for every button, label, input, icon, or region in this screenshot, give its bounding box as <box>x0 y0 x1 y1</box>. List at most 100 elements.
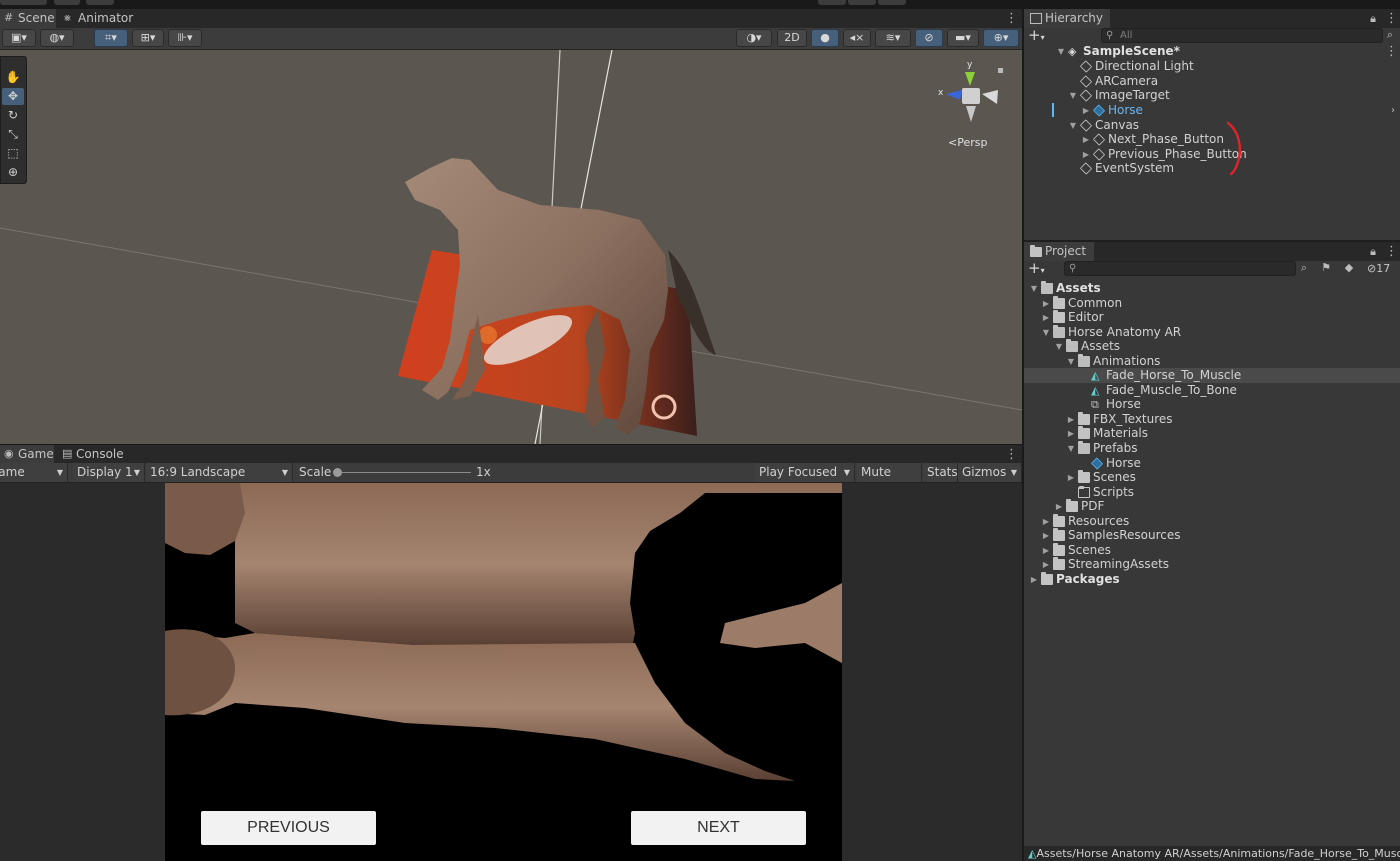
lock-icon[interactable]: 🔒︎ <box>1368 244 1378 259</box>
selection-marker <box>1052 103 1054 117</box>
add-object-button[interactable]: +▾ <box>1028 28 1045 45</box>
grid-snap-dropdown[interactable]: ⊞▾ <box>132 29 164 47</box>
scale-slider-handle[interactable] <box>333 468 342 477</box>
display-dropdown[interactable]: Display 1 ▼ <box>73 463 145 482</box>
tool-palette: ✋ ✥ ↻ ⤡ ⬚ ⊕ <box>0 56 27 184</box>
scale-slider-track[interactable] <box>337 472 471 473</box>
play-button[interactable] <box>818 0 846 5</box>
gizmo-z-axis <box>946 90 962 100</box>
search-by-label-icon[interactable]: ⚑ <box>1321 260 1331 275</box>
project-item-label: Materials <box>1093 426 1149 440</box>
scale-tool[interactable]: ⤡ <box>2 126 24 143</box>
toggle-2d-button[interactable]: 2D <box>777 29 807 47</box>
search-by-type-icon[interactable]: ⌕ <box>1299 260 1309 275</box>
animator-controller-icon: ⧉ <box>1091 398 1099 411</box>
hierarchy-search-input[interactable]: ⚲ All <box>1101 28 1383 43</box>
gameobject-icon <box>1079 162 1093 175</box>
folder-icon <box>1078 412 1090 425</box>
hand-tool[interactable]: ✋ <box>2 69 24 86</box>
tab-animator[interactable]: ⨳ Animator <box>60 9 138 28</box>
eye-slash-icon: ⊘ <box>924 31 934 44</box>
gizmos-label: Gizmos <box>962 465 1007 479</box>
tab-console[interactable]: ▤ Console <box>58 445 128 464</box>
status-path-text: Assets/Horse Anatomy AR/Assets/Animation… <box>1036 847 1400 860</box>
search-icon: ⚲ <box>1106 30 1114 41</box>
account-button[interactable] <box>0 0 47 5</box>
play-mode-dropdown[interactable]: Play Focused ▼ <box>755 463 855 482</box>
effects-dropdown[interactable]: ≋▾ <box>875 29 911 47</box>
scene-menu-icon[interactable]: ⋮ <box>1005 11 1018 26</box>
project-status-path: ◭Assets/Horse Anatomy AR/Assets/Animatio… <box>1024 846 1400 861</box>
collapse-arrow-icon: ▶ <box>1082 106 1090 115</box>
collapse-arrow-icon: ▶ <box>1067 415 1075 424</box>
project-item-label: SamplesResources <box>1068 528 1181 542</box>
folder-open-icon <box>1053 325 1065 338</box>
collapse-arrow-icon: ▶ <box>1042 560 1050 569</box>
audio-toggle[interactable]: ◂× <box>843 29 871 47</box>
create-asset-button[interactable]: +▾ <box>1028 261 1045 278</box>
lock-icon[interactable]: 🔒︎ <box>1368 11 1378 26</box>
increment-snap-dropdown[interactable]: ⊪▾ <box>168 29 202 47</box>
scene-options-icon[interactable]: ⋮ <box>1385 44 1398 59</box>
rotate-tool[interactable]: ↻ <box>2 107 24 124</box>
transform-tool[interactable]: ⊕ <box>2 164 24 181</box>
display-label: Display 1 <box>77 465 133 479</box>
game-view[interactable] <box>165 483 842 861</box>
animation-clip-icon: ◭ <box>1091 384 1100 397</box>
ruler-icon: ⊪▾ <box>177 31 193 44</box>
prefab-open-arrow-icon[interactable]: › <box>1388 103 1398 118</box>
project-search-input[interactable]: ⚲ <box>1064 261 1296 276</box>
rect-tool[interactable]: ⬚ <box>2 145 24 162</box>
game-menu-icon[interactable]: ⋮ <box>1005 447 1018 462</box>
camera-dropdown[interactable]: ▬▾ <box>947 29 979 47</box>
aspect-label: 16:9 Landscape <box>150 465 246 479</box>
hidden-packages-toggle[interactable]: ⊘17 <box>1367 261 1390 276</box>
step-button[interactable] <box>878 0 906 5</box>
hierarchy-menu-icon[interactable]: ⋮ <box>1385 11 1398 26</box>
tag-icon[interactable]: ◆ <box>1344 260 1354 275</box>
scene-viewport[interactable]: y x <Persp <box>0 50 1022 444</box>
hierarchy-item-label: Directional Light <box>1095 59 1194 73</box>
animator-icon: ⨳ <box>64 11 71 24</box>
draw-mode-icon: ▣▾ <box>11 31 27 44</box>
hierarchy-search-placeholder: All <box>1120 30 1133 41</box>
cloud-button[interactable] <box>54 0 80 5</box>
hierarchy-item-label: Canvas <box>1095 118 1140 132</box>
collapse-arrow-icon: ▶ <box>1042 299 1050 308</box>
gizmo-neg-z-axis <box>982 90 998 104</box>
projection-toggle[interactable]: <Persp <box>948 136 987 149</box>
snap-toggle[interactable]: ⌗▾ <box>94 29 128 47</box>
project-menu-icon[interactable]: ⋮ <box>1385 244 1398 259</box>
view-mode-dropdown[interactable]: Game ▼ <box>0 463 68 482</box>
project-item-label: Resources <box>1068 514 1130 528</box>
console-icon: ▤ <box>62 447 73 460</box>
gizmos-game-dropdown[interactable]: Gizmos ▼ <box>958 463 1022 482</box>
global-local-dropdown[interactable]: ◍▾ <box>40 29 74 47</box>
gameobject-icon <box>1092 148 1106 161</box>
lighting-toggle[interactable]: ● <box>811 29 839 47</box>
next-button[interactable]: NEXT <box>631 811 806 845</box>
pause-button[interactable] <box>848 0 876 5</box>
project-item-label: Scripts <box>1093 485 1135 499</box>
gizmo-neg-y-axis <box>966 106 976 122</box>
hidden-objects-toggle[interactable]: ⊘ <box>915 29 943 47</box>
toggle-2d-label: 2D <box>784 31 800 44</box>
project-item-label: Fade_Horse_To_Muscle <box>1106 368 1242 382</box>
collab-button[interactable] <box>86 0 114 5</box>
shading-mode-dropdown[interactable]: ◑▾ <box>736 29 772 47</box>
draw-mode-dropdown[interactable]: ▣▾ <box>2 29 36 47</box>
tab-scene[interactable]: # Scene <box>0 9 56 28</box>
orientation-gizmo[interactable] <box>946 68 1003 122</box>
stats-toggle[interactable]: Stats <box>923 463 958 482</box>
move-tool[interactable]: ✥ <box>2 88 24 105</box>
scene-search-icon[interactable]: ⌕ <box>1385 27 1395 42</box>
gizmos-dropdown[interactable]: ⊕▾ <box>983 29 1019 47</box>
mute-audio-toggle[interactable]: Mute Audio <box>857 463 922 498</box>
chevron-down-icon: ▼ <box>133 468 140 477</box>
globe-icon: ◍▾ <box>49 31 65 44</box>
layers-icon: ≋▾ <box>885 31 901 44</box>
chevron-down-icon: ▾ <box>1040 266 1045 275</box>
tab-game[interactable]: ◉ Game <box>0 445 54 464</box>
aspect-dropdown[interactable]: 16:9 Landscape ▼ <box>146 463 293 482</box>
previous-button[interactable]: PREVIOUS <box>201 811 376 845</box>
